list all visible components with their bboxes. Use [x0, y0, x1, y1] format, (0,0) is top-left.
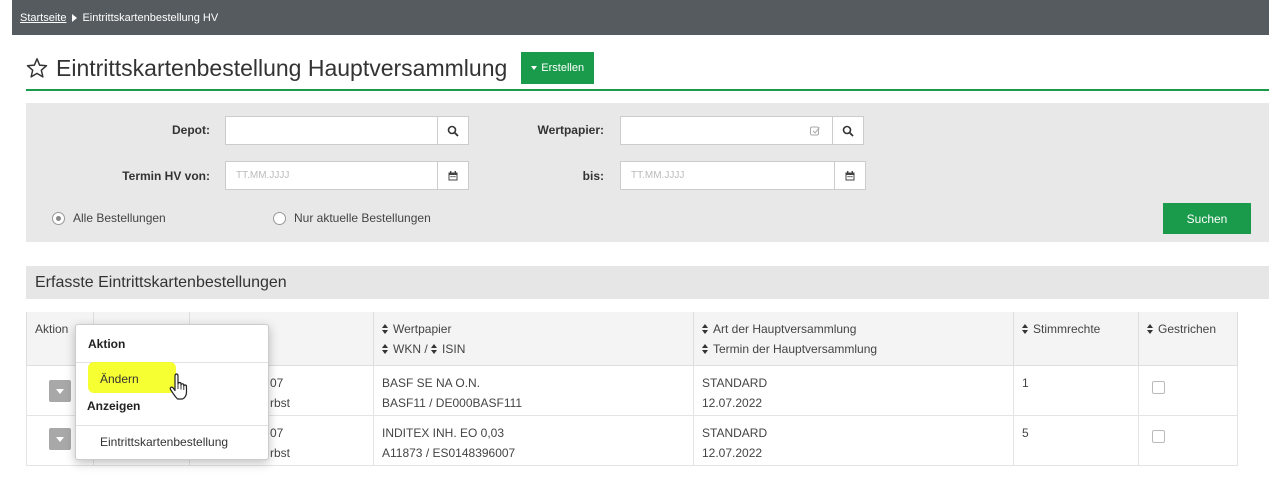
column-header-stimmrechte[interactable]: Stimmrechte — [1014, 312, 1139, 366]
radio-selected-icon — [52, 211, 65, 225]
edit-checkbox-icon — [810, 126, 820, 135]
sort-icon — [1147, 324, 1154, 334]
column-isin-label: ISIN — [442, 342, 466, 356]
row-art-cell: STANDARD 12.07.2022 — [694, 416, 1014, 466]
row-wertpapier: BASF SE NA O.N. — [382, 376, 481, 390]
filter-panel: Depot: Wertpapier: Termin HV von: TT.MM.… — [26, 103, 1269, 242]
radio-all-orders[interactable]: Alle Bestellungen — [52, 211, 166, 225]
row-art-cell: STANDARD 12.07.2022 — [694, 366, 1014, 416]
radio-unselected-icon — [273, 211, 286, 225]
bis-label: bis: — [582, 169, 604, 183]
title-divider — [26, 89, 1269, 91]
calendar-icon — [448, 170, 458, 180]
row-action-dropdown-button[interactable] — [49, 380, 71, 402]
breadcrumb-arrow-icon — [72, 13, 78, 22]
row-wkn-isin: A11873 / ES0148396007 — [382, 446, 516, 460]
wertpapier-label: Wertpapier: — [537, 123, 604, 137]
column-header-gestrichen[interactable]: Gestrichen — [1139, 312, 1238, 366]
wertpapier-search-button[interactable] — [832, 116, 864, 145]
row-termin: 12.07.2022 — [702, 446, 763, 460]
column-header-art[interactable]: Art der Hauptversammlung Termin der Haup… — [694, 312, 1014, 366]
sort-icon — [702, 344, 709, 354]
radio-current-label: Nur aktuelle Bestellungen — [294, 211, 431, 225]
menu-section-aktion: Aktion — [88, 337, 126, 351]
results-section-title: Erfasste Eintrittskartenbestellungen — [26, 266, 1269, 299]
sort-icon — [1022, 324, 1029, 334]
page-title: Eintrittskartenbestellung Hauptversammlu… — [56, 54, 508, 81]
row-wertpapier: INDITEX INH. EO 0,03 — [382, 426, 505, 440]
star-icon[interactable] — [26, 57, 48, 79]
menu-section-anzeigen: Anzeigen — [87, 399, 141, 413]
menu-item-aendern[interactable]: Ändern — [100, 372, 139, 386]
breadcrumb-home-link[interactable]: Startseite — [20, 12, 66, 24]
menu-divider — [76, 425, 268, 426]
caret-down-icon — [531, 66, 538, 70]
search-icon — [842, 125, 854, 137]
termin-von-input[interactable]: TT.MM.JJJJ — [225, 161, 438, 190]
row-stimmrechte: 5 — [1022, 426, 1029, 440]
termin-von-label: Termin HV von: — [122, 169, 210, 183]
depot-search-button[interactable] — [437, 116, 469, 145]
column-gestrichen-label: Gestrichen — [1158, 322, 1217, 336]
column-header-wertpapier[interactable]: Wertpapier WKN / ISIN — [374, 312, 694, 366]
row-art: STANDARD — [702, 426, 768, 440]
termin-von-calendar-button[interactable] — [437, 161, 469, 190]
depot-label: Depot: — [172, 123, 210, 137]
row-wertpapier-cell: BASF SE NA O.N. BASF11 / DE000BASF111 — [374, 366, 694, 416]
column-aktion-label: Aktion — [35, 322, 69, 336]
sort-icon — [702, 324, 709, 334]
row-art: STANDARD — [702, 376, 768, 390]
breadcrumb-current: Eintrittskartenbestellung HV — [82, 11, 219, 24]
column-termin-label: Termin der Hauptversammlung — [713, 342, 878, 356]
wertpapier-select-button[interactable] — [798, 116, 832, 145]
row-gestrichen-checkbox[interactable] — [1152, 430, 1165, 443]
depot-input[interactable] — [225, 116, 438, 145]
calendar-icon — [845, 170, 855, 180]
row-wkn-isin: BASF11 / DE000BASF111 — [382, 396, 523, 410]
hand-cursor-icon — [169, 373, 188, 400]
row-stimmrechte-cell: 5 — [1014, 416, 1139, 466]
row-stimmrechte: 1 — [1022, 376, 1029, 390]
column-wertpapier-label: Wertpapier — [393, 322, 452, 336]
radio-all-label: Alle Bestellungen — [73, 211, 166, 225]
column-wkn-label: WKN — [393, 342, 421, 356]
row-stimmrechte-cell: 1 — [1014, 366, 1139, 416]
search-button[interactable]: Suchen — [1163, 203, 1251, 234]
sort-icon — [382, 344, 389, 354]
sort-icon — [382, 324, 389, 334]
row-wertpapier-cell: INDITEX INH. EO 0,03 A11873 / ES01483960… — [374, 416, 694, 466]
row-termin: 12.07.2022 — [702, 396, 763, 410]
page-header: Eintrittskartenbestellung Hauptversammlu… — [26, 50, 595, 86]
breadcrumb: Startseite Eintrittskartenbestellung HV — [12, 0, 1269, 35]
menu-item-eintrittskartenbestellung[interactable]: Eintrittskartenbestellung — [100, 435, 228, 449]
column-art-label: Art der Hauptversammlung — [713, 322, 857, 336]
row-action-dropdown-button[interactable] — [49, 428, 71, 450]
create-button-label: Erstellen — [541, 62, 585, 74]
column-stimmrechte-label: Stimmrechte — [1033, 322, 1101, 336]
create-button[interactable]: Erstellen — [521, 52, 595, 84]
bis-input[interactable]: TT.MM.JJJJ — [620, 161, 835, 190]
bis-calendar-button[interactable] — [834, 161, 866, 190]
row-gestrichen-checkbox[interactable] — [1152, 381, 1165, 394]
radio-current-orders[interactable]: Nur aktuelle Bestellungen — [273, 211, 431, 225]
search-icon — [447, 125, 459, 137]
sort-icon — [431, 344, 438, 354]
